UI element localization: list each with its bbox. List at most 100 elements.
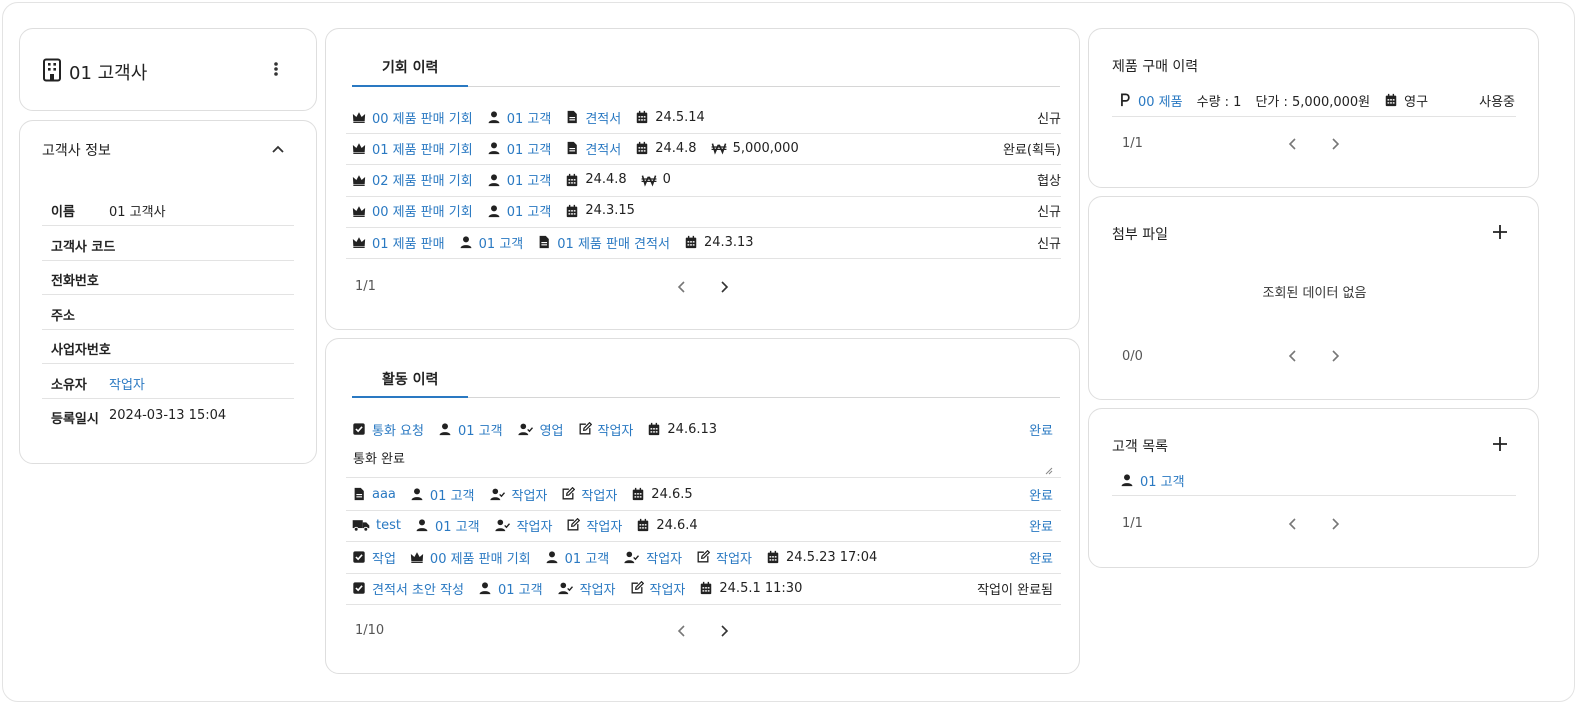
table-row[interactable]: 통화 요청 01 고객 영업 작업자 24.6.13 완료 xyxy=(352,418,1053,440)
more-options-icon[interactable] xyxy=(269,60,283,78)
table-row[interactable]: 00 제품 수량 : 1 단가 : 5,000,000원 영구 사용중 xyxy=(1118,89,1515,111)
activity-type[interactable]: test xyxy=(352,518,401,533)
attachments-next-page-chevron-icon[interactable] xyxy=(1327,348,1343,364)
add-customer-plus-icon[interactable] xyxy=(1492,436,1508,452)
activity-customer-text: 01 고객 xyxy=(498,582,543,598)
opportunity-customer[interactable]: 01 고객 xyxy=(487,108,551,127)
activity-assignee[interactable]: 작업자 xyxy=(557,579,616,598)
activity-type[interactable]: 작업 xyxy=(352,548,396,567)
info-field-label: 전화번호 xyxy=(51,274,99,289)
activity-customer[interactable]: 01 고객 xyxy=(410,485,475,504)
opportunity-prev-page-chevron-icon[interactable] xyxy=(674,279,690,295)
product-icon xyxy=(1118,93,1132,107)
check-square-icon xyxy=(352,422,366,436)
table-row[interactable]: test 01 고객 작업자 작업자 24.6.4 완료 xyxy=(352,514,1053,536)
activity-author[interactable]: 작업자 xyxy=(566,516,622,535)
activity-assignee-text: 영업 xyxy=(539,423,564,439)
opportunity-customer[interactable]: 01 고객 xyxy=(459,233,523,252)
activity-author[interactable]: 작업자 xyxy=(630,579,685,598)
activity-customer[interactable]: 01 고객 xyxy=(415,516,480,535)
activity-assignee[interactable]: 작업자 xyxy=(489,485,547,504)
activity-status[interactable]: 완료 xyxy=(1029,546,1053,568)
purchase-next-page-chevron-icon[interactable] xyxy=(1327,136,1343,152)
activity-customer-text: 01 고객 xyxy=(564,551,610,567)
attachments-prev-page-chevron-icon[interactable] xyxy=(1285,348,1301,364)
purchase-prev-page-chevron-icon[interactable] xyxy=(1285,136,1301,152)
customer-name-text: 01 고객 xyxy=(1140,474,1185,490)
table-row[interactable]: 00 제품 판매 기회 01 고객 24.3.15 신규 xyxy=(352,200,1061,222)
edit-icon xyxy=(578,422,592,436)
activity-type[interactable]: 견적서 초안 작성 xyxy=(352,579,464,598)
activity-note-textarea[interactable]: 통화 완료 xyxy=(352,446,1053,475)
add-attachment-plus-icon[interactable] xyxy=(1492,224,1508,240)
user-icon xyxy=(415,518,429,532)
row-divider xyxy=(1112,495,1516,496)
row-divider xyxy=(346,604,1061,605)
opportunity-customer[interactable]: 01 고객 xyxy=(487,170,551,189)
activity-author[interactable]: 작업자 xyxy=(561,485,617,504)
table-row[interactable]: 02 제품 판매 기회 01 고객 24.4.8 0 협상 xyxy=(352,169,1061,191)
table-row[interactable]: 00 제품 판매 기회 01 고객 견적서 24.5.14 신규 xyxy=(352,106,1061,128)
activity-status[interactable]: 완료 xyxy=(1029,514,1053,536)
opportunity-quote[interactable]: 견적서 xyxy=(565,108,621,127)
activity-status[interactable]: 완료 xyxy=(1029,418,1053,440)
user-icon xyxy=(545,550,559,564)
row-divider xyxy=(346,258,1061,260)
opportunity-name[interactable]: 00 제품 판매 기회 xyxy=(352,108,473,127)
activity-assignee[interactable]: 작업자 xyxy=(494,516,552,535)
company-info-card: 고객사 정보 이름 01 고객사 고객사 코드 전화번호 주소 사업자번호 소유자 작업자 등록… xyxy=(19,120,317,464)
activity-customer[interactable]: 01 고객 xyxy=(478,579,543,598)
calendar-icon xyxy=(565,204,579,218)
activity-date-text: 24.5.23 17:04 xyxy=(786,549,878,565)
table-row[interactable]: 01 제품 판매 기회 01 고객 견적서 24.4.8 5,000,000 완료(획득) xyxy=(352,137,1061,159)
activity-customer[interactable]: 01 고객 xyxy=(438,420,503,439)
activity-assignee[interactable]: 영업 xyxy=(517,420,564,439)
user-icon xyxy=(1120,473,1134,487)
opportunity-date-text: 24.5.14 xyxy=(655,109,705,125)
table-row[interactable]: 작업 00 제품 판매 기회 01 고객 작업자 작업자 24.5.23 17:04 완료 xyxy=(352,546,1053,568)
edit-icon xyxy=(696,550,711,564)
opportunity-name[interactable]: 02 제품 판매 기회 xyxy=(352,170,473,189)
table-row[interactable]: 01 제품 판매 01 고객 01 제품 판매 견적서 24.3.13 신규 xyxy=(352,231,1061,253)
opportunity-customer[interactable]: 01 고객 xyxy=(487,201,551,220)
activity-author[interactable]: 작업자 xyxy=(578,420,633,439)
activity-author-text: 작업자 xyxy=(581,488,618,504)
purchase-product[interactable]: 00 제품 xyxy=(1118,91,1183,110)
tab-opportunity-history[interactable]: 기회 이력 xyxy=(382,57,438,77)
activity-author[interactable]: 작업자 xyxy=(696,548,752,567)
activity-type[interactable]: aaa xyxy=(352,487,396,502)
table-row[interactable]: 견적서 초안 작성 01 고객 작업자 작업자 24.5.1 11:30 작업이 완료됨 xyxy=(352,577,1053,599)
opportunity-name[interactable]: 01 제품 판매 xyxy=(352,233,445,252)
resize-handle-icon[interactable] xyxy=(1043,464,1053,475)
customer-name[interactable]: 01 고객 xyxy=(1120,471,1185,490)
activity-prev-page-chevron-icon[interactable] xyxy=(674,623,690,639)
activity-assignee-text: 작업자 xyxy=(646,551,683,567)
customer-prev-page-chevron-icon[interactable] xyxy=(1285,516,1301,532)
opportunity-quote[interactable]: 견적서 xyxy=(565,139,621,158)
user-icon xyxy=(410,487,424,501)
activity-next-page-chevron-icon[interactable] xyxy=(716,623,732,639)
attachments-empty-message: 조회된 데이터 없음 xyxy=(1262,286,1367,301)
activity-type[interactable]: 통화 요청 xyxy=(352,420,424,439)
info-field-value[interactable]: 작업자 xyxy=(109,374,145,393)
opportunity-quote[interactable]: 01 제품 판매 견적서 xyxy=(537,233,670,252)
activity-status[interactable]: 완료 xyxy=(1029,483,1053,505)
won-icon xyxy=(641,173,657,187)
document-icon xyxy=(537,235,551,249)
activity-assignee[interactable]: 작업자 xyxy=(623,548,682,567)
collapse-chevron-icon[interactable] xyxy=(270,141,286,157)
opportunity-customer[interactable]: 01 고객 xyxy=(487,139,551,158)
opportunity-name[interactable]: 00 제품 판매 기회 xyxy=(352,201,473,220)
tab-activity-history[interactable]: 활동 이력 xyxy=(382,369,438,389)
list-item[interactable]: 01 고객 xyxy=(1120,469,1515,491)
opportunity-date: 24.3.13 xyxy=(684,235,754,250)
activity-opportunity[interactable]: 00 제품 판매 기회 xyxy=(410,548,531,567)
activity-customer[interactable]: 01 고객 xyxy=(545,548,610,567)
activity-author-text: 작업자 xyxy=(586,519,623,535)
opportunity-next-page-chevron-icon[interactable] xyxy=(716,279,732,295)
opportunity-status: 완료(획득) xyxy=(1003,142,1061,158)
opportunity-status: 협상 xyxy=(1037,174,1061,190)
opportunity-name[interactable]: 01 제품 판매 기회 xyxy=(352,139,473,158)
customer-next-page-chevron-icon[interactable] xyxy=(1327,516,1343,532)
table-row[interactable]: aaa 01 고객 작업자 작업자 24.6.5 완료 xyxy=(352,483,1053,505)
